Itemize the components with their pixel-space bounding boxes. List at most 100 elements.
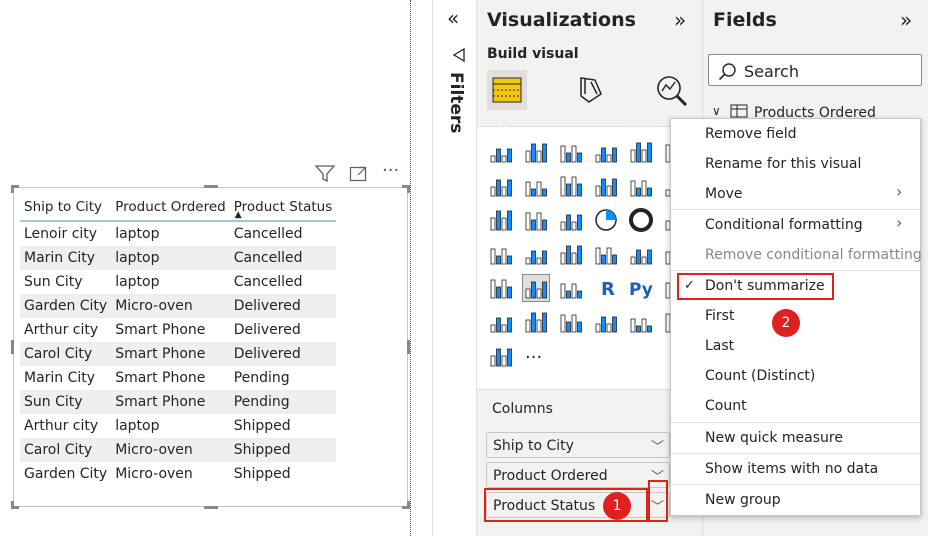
table-row[interactable]: Lenoir city laptop Cancelled — [20, 221, 336, 246]
filter-icon[interactable] — [315, 164, 335, 182]
menu-conditional-formatting[interactable]: Conditional formatting — [705, 217, 863, 233]
step-badge-2: 2 — [772, 309, 800, 337]
slicer-icon[interactable] — [488, 275, 514, 301]
clustered-bar-icon[interactable] — [523, 139, 549, 165]
menu-separator — [671, 270, 920, 271]
qa-icon[interactable] — [523, 309, 549, 335]
table-cell: Carol City — [20, 342, 112, 366]
menu-last[interactable]: Last — [705, 338, 734, 354]
more-visuals-icon[interactable]: ··· — [525, 347, 542, 368]
table-cell: Shipped — [229, 438, 337, 462]
search-icon — [718, 63, 736, 81]
table-row[interactable]: Arthur city Smart Phone Delivered — [20, 318, 336, 342]
filters-label[interactable]: Filters — [446, 72, 466, 133]
menu-first[interactable]: First — [705, 308, 734, 324]
column-header[interactable]: Ship to City — [20, 194, 112, 222]
column-header[interactable]: Product Ordered — [111, 194, 230, 222]
area-chart-icon[interactable] — [523, 173, 549, 199]
menu-new-group[interactable]: New group — [705, 492, 781, 508]
power-apps-icon[interactable] — [628, 309, 654, 335]
format-visual-icon[interactable] — [575, 74, 607, 106]
power-automate-flow-icon[interactable] — [488, 343, 514, 369]
resize-handle[interactable] — [11, 340, 14, 354]
resize-handle[interactable] — [11, 501, 14, 509]
card-icon[interactable] — [593, 241, 619, 267]
table-row[interactable]: Marin City Smart Phone Pending — [20, 366, 336, 390]
canvas-boundary — [410, 0, 411, 536]
table-cell: Marin City — [24, 370, 96, 386]
stacked-area-icon[interactable] — [558, 173, 584, 199]
stacked-bar-icon[interactable] — [488, 139, 514, 165]
table-icon[interactable] — [522, 274, 550, 302]
menu-show-items-no-data[interactable]: Show items with no data — [705, 461, 878, 477]
table-cell: Shipped — [233, 418, 291, 434]
narrative-icon[interactable] — [558, 309, 584, 335]
data-table: Ship to City Product Ordered Product Sta… — [20, 194, 337, 486]
column-header[interactable]: Product Status ▲ — [229, 194, 337, 222]
fields-title: Fields — [713, 9, 777, 31]
table-build-icon — [492, 77, 522, 103]
menu-new-quick-measure[interactable]: New quick measure — [705, 430, 843, 446]
column-header-label: Product Status — [233, 199, 333, 215]
menu-remove-field[interactable]: Remove field — [705, 126, 796, 142]
r-visual-icon[interactable]: R — [593, 275, 619, 301]
menu-remove-conditional-formatting: Remove conditional formatting — [705, 247, 922, 263]
well-product-ordered[interactable]: Product Ordered — [486, 462, 670, 488]
build-visual-label: Build visual — [487, 46, 579, 62]
filled-map-icon[interactable] — [523, 241, 549, 267]
map-icon[interactable] — [488, 241, 514, 267]
paginated-report-icon[interactable] — [593, 309, 619, 335]
table-row[interactable]: Carol City Smart Phone Delivered — [20, 342, 337, 366]
build-visual-tab[interactable] — [487, 70, 527, 110]
table-row[interactable]: Marin City laptop Cancelled — [20, 246, 337, 270]
menu-separator — [671, 422, 920, 423]
donut-chart-icon[interactable] — [628, 207, 654, 233]
chevron-down-icon[interactable]: ﹀ — [651, 436, 664, 455]
chevron-right-icon: › — [896, 182, 903, 201]
table-row[interactable]: Sun City laptop Cancelled — [20, 270, 336, 294]
highlight-dropdown-button — [648, 480, 668, 522]
table-row[interactable]: Sun City Smart Phone Pending — [20, 390, 337, 414]
analytics-icon[interactable] — [655, 74, 689, 106]
line-clustered-column-icon[interactable] — [628, 173, 654, 199]
100-bar-icon[interactable] — [628, 139, 654, 165]
menu-move[interactable]: Move — [705, 186, 743, 202]
menu-count-distinct[interactable]: Count (Distinct) — [705, 368, 815, 384]
resize-handle[interactable] — [204, 185, 218, 188]
waterfall-icon[interactable] — [488, 207, 514, 233]
focus-mode-icon[interactable] — [349, 164, 369, 182]
collapse-left-icon[interactable]: « — [447, 6, 459, 30]
search-input[interactable] — [708, 54, 922, 86]
stacked-column-icon[interactable] — [558, 139, 584, 165]
pie-chart-icon[interactable] — [593, 207, 619, 233]
matrix-icon[interactable] — [558, 275, 584, 301]
resize-handle[interactable] — [407, 501, 410, 509]
resize-handle[interactable] — [407, 185, 410, 193]
expand-right-icon[interactable]: » — [900, 8, 912, 32]
line-column-icon[interactable] — [593, 173, 619, 199]
well-ship-to-city[interactable]: Ship to City — [486, 432, 670, 458]
gauge-icon[interactable] — [558, 241, 584, 267]
expand-right-icon[interactable]: » — [674, 8, 686, 32]
table-row[interactable]: Garden City Micro-oven Shipped — [20, 462, 336, 486]
search-placeholder: Search — [744, 62, 799, 81]
table-cell: Cancelled — [229, 246, 337, 270]
decomposition-tree-icon[interactable] — [488, 309, 514, 335]
menu-rename[interactable]: Rename for this visual — [705, 156, 861, 172]
multi-row-card-icon[interactable] — [628, 241, 654, 267]
more-options-icon[interactable]: ··· — [382, 160, 399, 181]
python-visual-icon[interactable]: Py — [628, 275, 654, 301]
resize-handle[interactable] — [407, 340, 410, 354]
resize-handle[interactable] — [204, 506, 218, 509]
chevron-down-icon[interactable]: ∨ — [712, 104, 721, 118]
scatter-icon[interactable] — [558, 207, 584, 233]
table-row[interactable]: Arthur city laptop Shipped — [20, 414, 336, 438]
table-cell: Carol City — [20, 438, 112, 462]
funnel-icon[interactable] — [523, 207, 549, 233]
clustered-column-icon[interactable] — [593, 139, 619, 165]
menu-count[interactable]: Count — [705, 398, 747, 414]
table-row[interactable]: Garden City Micro-oven Delivered — [20, 294, 337, 318]
line-chart-icon[interactable] — [488, 173, 514, 199]
resize-handle[interactable] — [11, 185, 14, 193]
table-row[interactable]: Carol City Micro-oven Shipped — [20, 438, 337, 462]
